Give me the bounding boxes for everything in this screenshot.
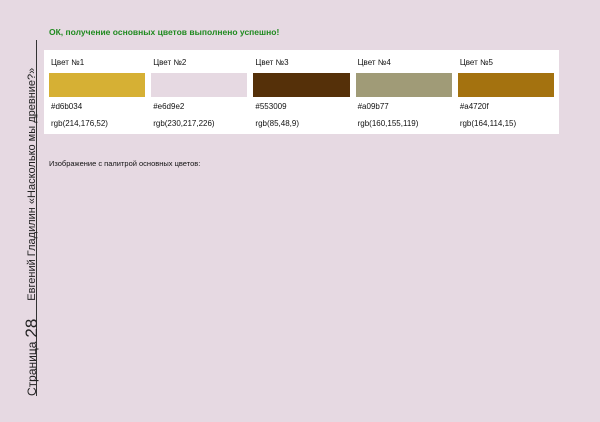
color-hex: #a09b77 (357, 102, 389, 111)
color-rgb: rgb(160,155,119) (357, 119, 419, 128)
color-label: Цвет №1 (51, 58, 85, 67)
color-swatch (355, 73, 452, 97)
color-swatch (457, 73, 555, 97)
color-column-4: Цвет №4 #a09b77 rgb(160,155,119) (353, 50, 455, 134)
page-label: Страница (25, 341, 39, 396)
image-caption: Изображение с палитрой основных цветов: (49, 159, 201, 168)
color-swatch (151, 73, 248, 97)
color-hex: #d6b034 (51, 102, 83, 111)
color-label: Цвет №2 (153, 58, 187, 67)
sidebar-text: Страница 28 Евгений Гладилин «Насколько … (17, 40, 47, 396)
color-hex: #e6d9e2 (153, 102, 185, 111)
color-column-3: Цвет №3 #553009 rgb(85,48,9) (250, 50, 352, 134)
color-column-1: Цвет №1 #d6b034 rgb(214,176,52) (46, 50, 148, 134)
color-label: Цвет №3 (255, 58, 289, 67)
color-column-2: Цвет №2 #e6d9e2 rgb(230,217,226) (148, 50, 250, 134)
color-rgb: rgb(85,48,9) (255, 119, 299, 128)
color-hex: #a4720f (459, 102, 489, 111)
color-label: Цвет №5 (459, 58, 493, 67)
palette-table: Цвет №1 #d6b034 rgb(214,176,52) Цвет №2 … (44, 50, 559, 134)
color-swatch (253, 73, 350, 97)
color-label: Цвет №4 (357, 58, 391, 67)
color-column-5: Цвет №5 #a4720f rgb(164,114,15) (455, 50, 557, 134)
page-number: 28 (22, 318, 41, 338)
book-title: Евгений Гладилин «Насколько мы древние?» (26, 67, 38, 301)
color-rgb: rgb(230,217,226) (153, 119, 215, 128)
color-swatch (49, 73, 146, 97)
color-rgb: rgb(214,176,52) (51, 119, 108, 128)
status-message: ОК, получение основных цветов выполнено … (49, 27, 280, 37)
color-rgb: rgb(164,114,15) (459, 119, 517, 128)
color-hex: #553009 (255, 102, 287, 111)
